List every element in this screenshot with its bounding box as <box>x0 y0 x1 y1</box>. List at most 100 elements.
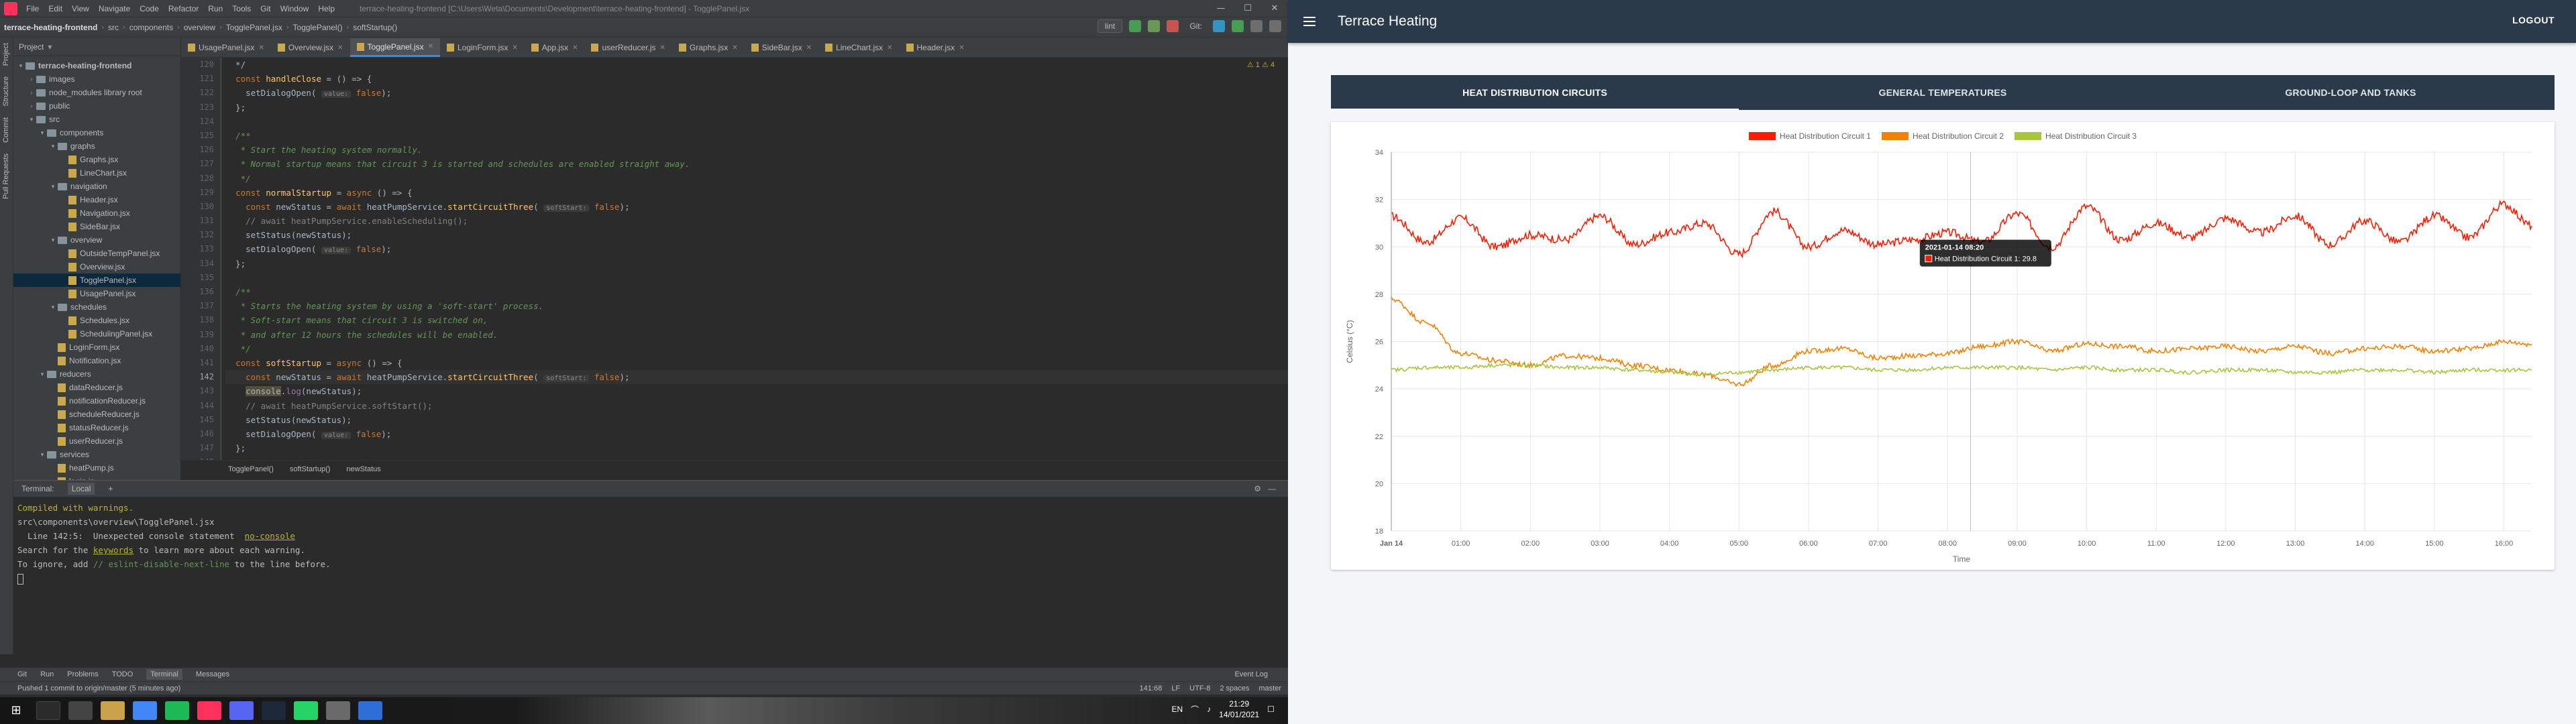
tree-folder[interactable]: ▾ components <box>13 126 180 139</box>
expand-arrow-icon[interactable]: ▾ <box>38 371 47 378</box>
editor-tab[interactable]: Graphs.jsx ✕ <box>672 38 745 57</box>
breadcrumb-src[interactable]: src <box>104 23 123 32</box>
warnings-indicator[interactable]: ⚠ 1 ⚠ 4 <box>1247 60 1275 69</box>
tool-git[interactable]: Git <box>17 670 27 678</box>
tool-problems[interactable]: Problems <box>67 670 98 678</box>
menu-edit[interactable]: Edit <box>44 4 67 13</box>
expand-arrow-icon[interactable]: ▾ <box>16 62 25 70</box>
tree-folder[interactable]: ▾ reducers <box>13 367 180 381</box>
tool-run[interactable]: Run <box>40 670 54 678</box>
git-commit-icon[interactable] <box>1232 20 1244 32</box>
series-line-circuit-3[interactable] <box>1391 362 2532 377</box>
tree-folder[interactable]: ▾ graphs <box>13 139 180 153</box>
expand-arrow-icon[interactable]: ▾ <box>38 129 47 137</box>
breadcrumb-component[interactable]: TogglePanel() <box>289 23 347 32</box>
notifications-icon[interactable]: ☐ <box>1267 705 1275 714</box>
tree-file[interactable]: TogglePanel.jsx <box>13 274 180 287</box>
tree-file[interactable]: scheduleReducer.js <box>13 408 180 421</box>
editor-tab[interactable]: userReducer.js ✕ <box>584 38 672 57</box>
tree-file[interactable]: statusReducer.js <box>13 421 180 434</box>
maximize-icon[interactable]: ☐ <box>1234 0 1261 17</box>
tool-todo[interactable]: TODO <box>112 670 133 678</box>
menu-code[interactable]: Code <box>135 4 164 13</box>
tree-folder[interactable]: › images <box>13 72 180 86</box>
run-config-select[interactable]: lint <box>1097 19 1123 33</box>
breadcrumb-components[interactable]: components <box>125 23 177 32</box>
menu-window[interactable]: Window <box>276 4 314 13</box>
code-lines[interactable]: */ const handleClose = () => { setDialog… <box>225 58 1288 460</box>
expand-arrow-icon[interactable]: › <box>27 76 36 82</box>
tree-file[interactable]: userReducer.js <box>13 434 180 448</box>
menu-git[interactable]: Git <box>256 4 275 13</box>
caret-position[interactable]: 141:68 <box>1140 684 1163 692</box>
hide-panel-icon[interactable]: — <box>1268 484 1276 493</box>
tree-file[interactable]: Overview.jsx <box>13 260 180 274</box>
whatsapp-icon[interactable] <box>294 701 318 720</box>
search-icon[interactable] <box>1269 20 1281 32</box>
app-icon[interactable] <box>358 701 382 720</box>
file-encoding[interactable]: UTF-8 <box>1189 684 1210 692</box>
tab-ground-loop-and-tanks[interactable]: GROUND-LOOP AND TANKS <box>2147 75 2555 110</box>
close-tab-icon[interactable]: ✕ <box>806 44 812 52</box>
pull-requests-tool-tab[interactable]: Pull Requests <box>0 148 12 204</box>
editor-tab[interactable]: App.jsx ✕ <box>525 38 585 57</box>
editor-tab[interactable]: Overview.jsx ✕ <box>271 38 350 57</box>
menu-file[interactable]: File <box>21 4 44 13</box>
tree-file[interactable]: Navigation.jsx <box>13 206 180 220</box>
expand-arrow-icon[interactable]: ▾ <box>48 304 58 311</box>
close-tab-icon[interactable]: ✕ <box>572 44 578 52</box>
line-separator[interactable]: LF <box>1171 684 1180 692</box>
close-icon[interactable]: ✕ <box>1261 0 1288 17</box>
tree-file[interactable]: UsagePanel.jsx <box>13 287 180 300</box>
menu-refactor[interactable]: Refactor <box>164 4 203 13</box>
close-tab-icon[interactable]: ✕ <box>887 44 892 52</box>
tree-folder[interactable]: ▾ terrace-heating-frontend <box>13 59 180 72</box>
expand-arrow-icon[interactable]: ▾ <box>48 237 58 244</box>
rule-link[interactable]: no-console <box>245 531 295 541</box>
network-icon[interactable]: ⌒ <box>1191 704 1199 715</box>
volume-icon[interactable]: ♪ <box>1207 705 1211 714</box>
gear-icon[interactable]: ⚙ <box>1254 484 1261 493</box>
editor-tab[interactable]: Header.jsx ✕ <box>900 38 971 57</box>
logout-button[interactable]: LOGOUT <box>2512 15 2555 25</box>
tab-heat-distribution-circuits[interactable]: HEAT DISTRIBUTION CIRCUITS <box>1331 75 1739 110</box>
close-tab-icon[interactable]: ✕ <box>959 44 964 52</box>
indent-setting[interactable]: 2 spaces <box>1220 684 1249 692</box>
menu-help[interactable]: Help <box>313 4 339 13</box>
tree-file[interactable]: notificationReducer.js <box>13 394 180 408</box>
tree-folder[interactable]: ▾ overview <box>13 233 180 247</box>
expand-arrow-icon[interactable]: ▾ <box>48 143 58 150</box>
menu-icon[interactable] <box>1288 0 1331 43</box>
new-terminal-button[interactable]: + <box>104 483 117 495</box>
steam-icon[interactable] <box>262 701 286 720</box>
stop-icon[interactable] <box>1167 20 1179 32</box>
editor-tab[interactable]: TogglePanel.jsx ✕ <box>350 38 440 57</box>
tree-file[interactable]: Header.jsx <box>13 193 180 206</box>
menu-run[interactable]: Run <box>203 4 227 13</box>
tree-file[interactable]: LineChart.jsx <box>13 166 180 180</box>
search-icon[interactable] <box>36 701 60 720</box>
tree-folder[interactable]: ▾ schedules <box>13 300 180 314</box>
windows-start-icon[interactable]: ⊞ <box>0 697 32 724</box>
tree-file[interactable]: Graphs.jsx <box>13 153 180 166</box>
keywords-link[interactable]: keywords <box>93 545 133 555</box>
menu-view[interactable]: View <box>67 4 94 13</box>
language-indicator[interactable]: EN <box>1171 705 1183 714</box>
close-tab-icon[interactable]: ✕ <box>660 44 665 52</box>
commit-tool-tab[interactable]: Commit <box>0 112 12 148</box>
tree-file[interactable]: dataReducer.js <box>13 381 180 394</box>
tool-terminal[interactable]: Terminal <box>146 669 182 680</box>
terminal-tab-local[interactable]: Local <box>67 483 95 495</box>
tree-file[interactable]: OutsideTempPanel.jsx <box>13 247 180 260</box>
editor-tab[interactable]: LineChart.jsx ✕ <box>818 38 899 57</box>
run-icon[interactable] <box>1129 20 1142 32</box>
minimize-icon[interactable]: — <box>1208 0 1234 17</box>
tree-file[interactable]: LoginForm.jsx <box>13 341 180 354</box>
spotify-icon[interactable] <box>165 701 189 720</box>
app-icon[interactable] <box>326 701 350 720</box>
tree-folder[interactable]: ▾ services <box>13 448 180 461</box>
breadcrumb-project[interactable]: terrace-heating-frontend <box>0 23 101 32</box>
close-tab-icon[interactable]: ✕ <box>428 43 433 50</box>
breadcrumb-file[interactable]: TogglePanel.jsx <box>222 23 286 32</box>
terminal-prompt[interactable] <box>17 571 1284 585</box>
